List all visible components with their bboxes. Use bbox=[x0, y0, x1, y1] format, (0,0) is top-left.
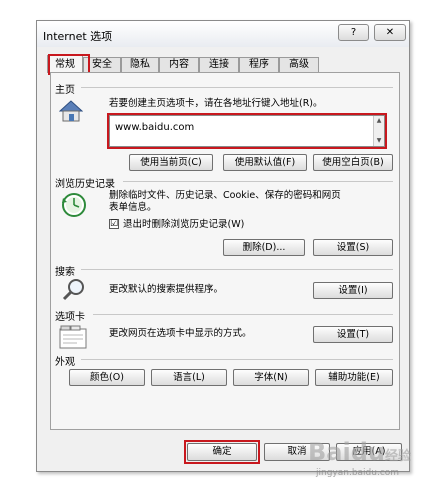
history-clock-icon bbox=[62, 193, 86, 217]
tab-general[interactable]: 常规 bbox=[47, 55, 83, 73]
help-button[interactable]: ? bbox=[338, 24, 369, 41]
watermark-url: jingyan.baidu.com bbox=[316, 468, 400, 478]
use-current-button[interactable]: 使用当前页(C) bbox=[129, 154, 213, 171]
tabbed-window-icon bbox=[59, 325, 87, 349]
watermark-brand: Baidu bbox=[308, 438, 385, 466]
delete-history-button[interactable]: 删除(D)... bbox=[223, 239, 305, 256]
fonts-button[interactable]: 字体(N) bbox=[233, 369, 309, 386]
history-settings-button[interactable]: 设置(S) bbox=[313, 239, 393, 256]
tab-advanced[interactable]: 高级 bbox=[279, 57, 319, 72]
homepage-divider bbox=[81, 87, 393, 88]
close-button[interactable]: ✕ bbox=[374, 24, 406, 41]
search-description: 更改默认的搜索提供程序。 bbox=[109, 284, 224, 295]
tab-privacy[interactable]: 隐私 bbox=[121, 57, 159, 72]
history-divider bbox=[123, 181, 393, 182]
use-blank-button[interactable]: 使用空白页(B) bbox=[313, 154, 393, 171]
search-heading: 搜索 bbox=[55, 267, 75, 278]
tab-programs[interactable]: 程序 bbox=[239, 57, 279, 72]
languages-button[interactable]: 语言(L) bbox=[151, 369, 227, 386]
tabs-section-divider bbox=[93, 314, 393, 315]
history-heading: 浏览历史记录 bbox=[55, 179, 115, 190]
tabs-settings-button[interactable]: 设置(T) bbox=[313, 326, 393, 343]
tab-connections[interactable]: 连接 bbox=[199, 57, 239, 72]
homepage-address-value: www.baidu.com bbox=[115, 122, 195, 133]
delete-on-exit-checkbox[interactable]: ☑ bbox=[109, 219, 119, 229]
magnifier-icon bbox=[62, 279, 84, 301]
delete-on-exit-label: 退出时删除浏览历史记录(W) bbox=[123, 219, 245, 230]
address-scrollbar[interactable]: ▲ ▼ bbox=[373, 116, 384, 146]
tab-content[interactable]: 内容 bbox=[159, 57, 199, 72]
general-tab-panel: 主页 若要创建主页选项卡，请在各地址行键入地址(R)。 www.baidu.co… bbox=[50, 72, 400, 430]
history-description-line2: 表单信息。 bbox=[109, 202, 157, 213]
colors-button[interactable]: 颜色(O) bbox=[69, 369, 145, 386]
ok-button[interactable]: 确定 bbox=[187, 443, 257, 461]
appearance-divider bbox=[81, 359, 393, 360]
baidu-watermark-logo: Baidu经验 bbox=[308, 438, 411, 466]
tabs-section-description: 更改网页在选项卡中显示的方式。 bbox=[109, 328, 252, 339]
watermark-cn: 经验 bbox=[384, 449, 411, 464]
search-settings-button[interactable]: 设置(I) bbox=[313, 282, 393, 299]
window-title: Internet 选项 bbox=[43, 30, 113, 43]
tabs-section-heading: 选项卡 bbox=[55, 312, 85, 323]
title-bar: Internet 选项 ? ✕ bbox=[37, 21, 409, 47]
tab-security[interactable]: 安全 bbox=[83, 57, 121, 72]
use-default-button[interactable]: 使用默认值(F) bbox=[223, 154, 307, 171]
help-icon: ? bbox=[350, 27, 357, 38]
homepage-address-field[interactable]: www.baidu.com ▲ ▼ bbox=[109, 115, 385, 147]
close-icon: ✕ bbox=[385, 27, 395, 38]
accessibility-button[interactable]: 辅助功能(E) bbox=[315, 369, 393, 386]
internet-options-dialog: Internet 选项 ? ✕ 常规 安全 隐私 内容 连接 程序 高级 主页 … bbox=[36, 20, 410, 472]
homepage-heading: 主页 bbox=[55, 85, 75, 96]
appearance-heading: 外观 bbox=[55, 357, 75, 368]
search-divider bbox=[81, 269, 393, 270]
homepage-description: 若要创建主页选项卡，请在各地址行键入地址(R)。 bbox=[109, 98, 323, 109]
house-icon bbox=[59, 100, 83, 122]
